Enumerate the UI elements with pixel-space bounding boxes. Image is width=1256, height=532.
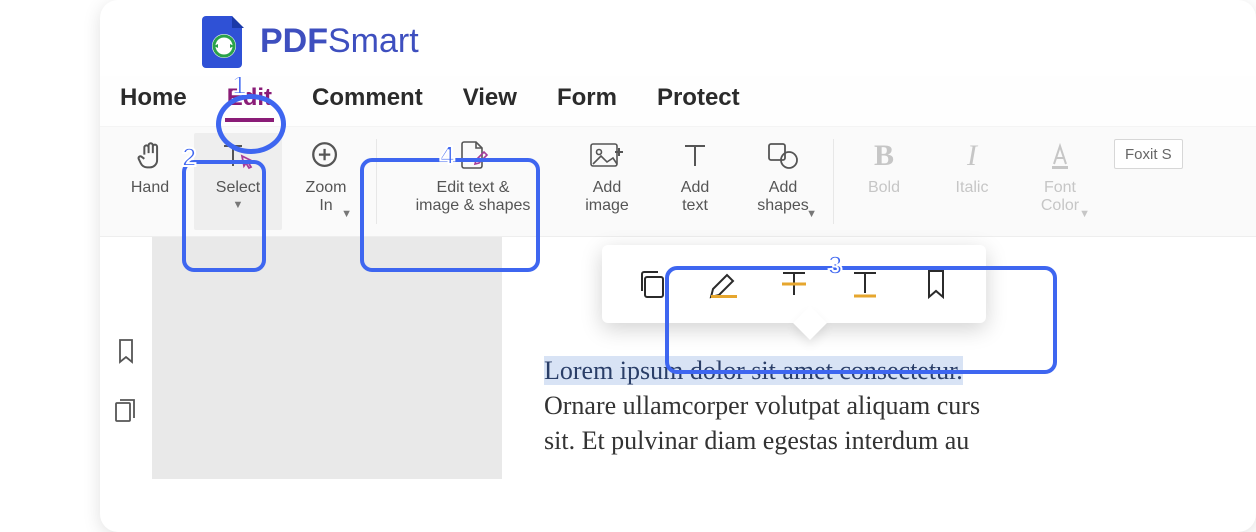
annotation-number-2: 2 <box>182 142 196 173</box>
caret-down-icon: ▼ <box>341 208 352 220</box>
font-color-icon <box>1044 137 1076 175</box>
tool-zoom-in[interactable]: Zoom In ▼ <box>282 133 370 230</box>
tool-add-text[interactable]: Add text <box>651 133 739 230</box>
caret-down-icon: ▼ <box>1079 208 1090 220</box>
annotation-number-4: 4 <box>440 140 454 171</box>
tool-italic[interactable]: I Italic <box>928 133 1016 230</box>
tool-font-color-label: Font Color <box>1041 179 1079 216</box>
tab-home[interactable]: Home <box>120 84 187 112</box>
tab-form[interactable]: Form <box>557 84 617 112</box>
annotation-box-2 <box>182 160 266 272</box>
tab-comment[interactable]: Comment <box>312 84 423 112</box>
brand-row: PDFSmart <box>100 0 1256 76</box>
italic-icon: I <box>967 137 977 175</box>
brand-logo-icon <box>200 14 248 68</box>
add-image-icon <box>589 137 625 175</box>
hand-icon <box>133 137 167 175</box>
side-panel-icons <box>100 237 152 479</box>
tool-hand-label: Hand <box>131 179 169 197</box>
text-line: sit. Et pulvinar diam egestas interdum a… <box>544 426 969 455</box>
tab-protect[interactable]: Protect <box>657 84 740 112</box>
annotation-number-1: 1 <box>232 70 246 101</box>
annotation-number-3: 3 <box>828 250 842 281</box>
thumbnail-strip[interactable] <box>152 237 502 479</box>
text-line: Ornare ullamcorper volutpat aliquam curs <box>544 391 980 420</box>
tool-add-shapes[interactable]: Add shapes ▼ <box>739 133 827 230</box>
tool-bold-label: Bold <box>868 179 900 197</box>
zoom-in-icon <box>309 137 343 175</box>
font-name-value: Foxit S <box>1125 146 1172 163</box>
bookmark-panel-icon[interactable] <box>114 337 138 365</box>
pages-panel-icon[interactable] <box>113 397 139 425</box>
tool-italic-label: Italic <box>956 179 989 197</box>
tool-font-color[interactable]: Font Color ▼ <box>1016 133 1104 230</box>
ribbon-divider <box>833 139 834 224</box>
tool-add-shapes-label: Add shapes <box>757 179 809 216</box>
add-shapes-icon <box>765 137 801 175</box>
tool-add-image[interactable]: Add image <box>563 133 651 230</box>
annotation-box-4 <box>360 158 540 272</box>
tool-hand[interactable]: Hand <box>106 133 194 230</box>
add-text-icon <box>679 137 711 175</box>
annotation-box-3 <box>665 266 1057 374</box>
annotation-circle-1 <box>216 94 286 154</box>
tool-add-text-label: Add text <box>681 179 709 216</box>
tool-bold[interactable]: B Bold <box>840 133 928 230</box>
brand-title: PDFSmart <box>260 22 419 61</box>
font-name-select[interactable]: Foxit S <box>1114 139 1183 169</box>
tool-add-image-label: Add image <box>585 179 629 216</box>
tab-view[interactable]: View <box>463 84 517 112</box>
bold-icon: B <box>874 137 894 175</box>
caret-down-icon: ▼ <box>806 208 817 220</box>
